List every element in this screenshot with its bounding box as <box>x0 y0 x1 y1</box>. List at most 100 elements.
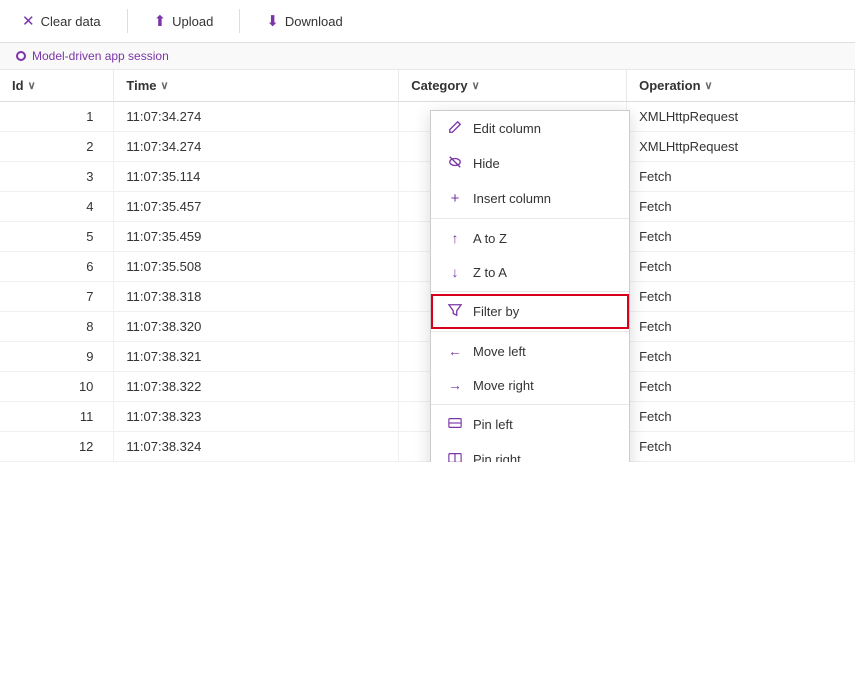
clear-data-label: Clear data <box>41 14 101 29</box>
table-row: 10 11:07:38.322 Fetch <box>0 372 855 402</box>
cell-id: 4 <box>0 192 114 222</box>
cell-operation: Fetch <box>627 342 855 372</box>
upload-label: Upload <box>172 14 213 29</box>
column-context-menu: Edit column Hide + Insert column ↑ A to Z ↓ Z t… <box>430 110 630 462</box>
col-header-time[interactable]: Time ∨ <box>114 70 399 102</box>
cell-id: 3 <box>0 162 114 192</box>
session-label: Model-driven app session <box>32 49 169 63</box>
clear-icon: ✕ <box>22 12 35 30</box>
table-row: 9 11:07:38.321 Fetch <box>0 342 855 372</box>
table-row: 3 11:07:35.114 Fetch <box>0 162 855 192</box>
table-container: Id ∨ Time ∨ Category ∨ <box>0 70 855 462</box>
table-row: 5 11:07:35.459 Fetch <box>0 222 855 252</box>
menu-divider <box>431 404 629 405</box>
cell-time: 11:07:34.274 <box>114 132 399 162</box>
cell-time: 11:07:35.508 <box>114 252 399 282</box>
cell-operation: Fetch <box>627 402 855 432</box>
upload-button[interactable]: ⬆ Upload <box>148 8 220 34</box>
download-button[interactable]: ⬇ Download <box>260 8 348 34</box>
table-header-row: Id ∨ Time ∨ Category ∨ <box>0 70 855 102</box>
id-sort-icon: ∨ <box>28 79 36 92</box>
pin-left-icon <box>447 416 463 433</box>
table-row: 11 11:07:38.323 Fetch <box>0 402 855 432</box>
z-to-a-label: Z to A <box>473 265 507 280</box>
table-row: 1 11:07:34.274 XMLHttpRequest <box>0 102 855 132</box>
data-table: Id ∨ Time ∨ Category ∨ <box>0 70 855 462</box>
col-header-id[interactable]: Id ∨ <box>0 70 114 102</box>
menu-divider <box>431 331 629 332</box>
menu-item-insert-column[interactable]: + Insert column <box>431 181 629 216</box>
cell-operation: Fetch <box>627 312 855 342</box>
cell-time: 11:07:35.457 <box>114 192 399 222</box>
cell-id: 10 <box>0 372 114 402</box>
cell-operation: XMLHttpRequest <box>627 132 855 162</box>
table-row: 12 11:07:38.324 Fetch <box>0 432 855 462</box>
cell-id: 11 <box>0 402 114 432</box>
download-icon: ⬇ <box>266 12 279 30</box>
menu-item-pin-left[interactable]: Pin left <box>431 407 629 442</box>
move-left-label: Move left <box>473 344 526 359</box>
cell-time: 11:07:38.321 <box>114 342 399 372</box>
cell-time: 11:07:35.114 <box>114 162 399 192</box>
operation-sort-icon: ∨ <box>705 79 713 92</box>
move-right-icon: → <box>447 377 463 393</box>
pin-right-label: Pin right <box>473 452 521 462</box>
menu-item-move-right[interactable]: →Move right <box>431 368 629 402</box>
z-to-a-icon: ↓ <box>447 264 463 280</box>
category-sort-icon: ∨ <box>472 79 480 92</box>
cell-id: 9 <box>0 342 114 372</box>
toolbar: ✕ Clear data ⬆ Upload ⬇ Download <box>0 0 855 43</box>
upload-icon: ⬆ <box>154 12 167 30</box>
filter-by-icon <box>447 303 463 320</box>
cell-id: 2 <box>0 132 114 162</box>
edit-column-icon <box>447 120 463 137</box>
hide-label: Hide <box>473 156 500 171</box>
col-header-category[interactable]: Category ∨ <box>399 70 627 102</box>
table-row: 8 11:07:38.320 Fetch <box>0 312 855 342</box>
time-sort-icon: ∨ <box>161 79 169 92</box>
hide-icon <box>447 155 463 172</box>
pin-left-label: Pin left <box>473 417 513 432</box>
edit-column-label: Edit column <box>473 121 541 136</box>
cell-time: 11:07:38.320 <box>114 312 399 342</box>
table-body: 1 11:07:34.274 XMLHttpRequest 2 11:07:34… <box>0 102 855 462</box>
cell-time: 11:07:38.324 <box>114 432 399 462</box>
download-label: Download <box>285 14 343 29</box>
cell-id: 1 <box>0 102 114 132</box>
cell-id: 6 <box>0 252 114 282</box>
table-row: 6 11:07:35.508 Fetch <box>0 252 855 282</box>
menu-item-filter-by[interactable]: Filter by <box>431 294 629 329</box>
a-to-z-label: A to Z <box>473 231 507 246</box>
cell-time: 11:07:38.323 <box>114 402 399 432</box>
move-left-icon: ← <box>447 343 463 359</box>
table-row: 7 11:07:38.318 Fetch <box>0 282 855 312</box>
menu-item-hide[interactable]: Hide <box>431 146 629 181</box>
a-to-z-icon: ↑ <box>447 230 463 246</box>
cell-operation: XMLHttpRequest <box>627 102 855 132</box>
cell-time: 11:07:35.459 <box>114 222 399 252</box>
menu-item-pin-right[interactable]: Pin right <box>431 442 629 462</box>
insert-column-label: Insert column <box>473 191 551 206</box>
filter-by-label: Filter by <box>473 304 519 319</box>
menu-item-a-to-z[interactable]: ↑ A to Z <box>431 221 629 255</box>
insert-column-icon: + <box>447 190 463 207</box>
menu-item-move-left[interactable]: ← Move left <box>431 334 629 368</box>
cell-time: 11:07:38.318 <box>114 282 399 312</box>
divider-2 <box>239 9 240 33</box>
cell-id: 12 <box>0 432 114 462</box>
clear-data-button[interactable]: ✕ Clear data <box>16 8 107 34</box>
cell-time: 11:07:38.322 <box>114 372 399 402</box>
menu-item-z-to-a[interactable]: ↓ Z to A <box>431 255 629 289</box>
pin-right-icon <box>447 451 463 462</box>
menu-divider <box>431 218 629 219</box>
col-header-operation[interactable]: Operation ∨ <box>627 70 855 102</box>
menu-divider <box>431 291 629 292</box>
menu-item-edit-column[interactable]: Edit column <box>431 111 629 146</box>
cell-time: 11:07:34.274 <box>114 102 399 132</box>
cell-operation: Fetch <box>627 192 855 222</box>
table-row: 4 11:07:35.457 Fetch <box>0 192 855 222</box>
cell-operation: Fetch <box>627 162 855 192</box>
cell-operation: Fetch <box>627 252 855 282</box>
table-row: 2 11:07:34.274 XMLHttpRequest <box>0 132 855 162</box>
cell-operation: Fetch <box>627 372 855 402</box>
